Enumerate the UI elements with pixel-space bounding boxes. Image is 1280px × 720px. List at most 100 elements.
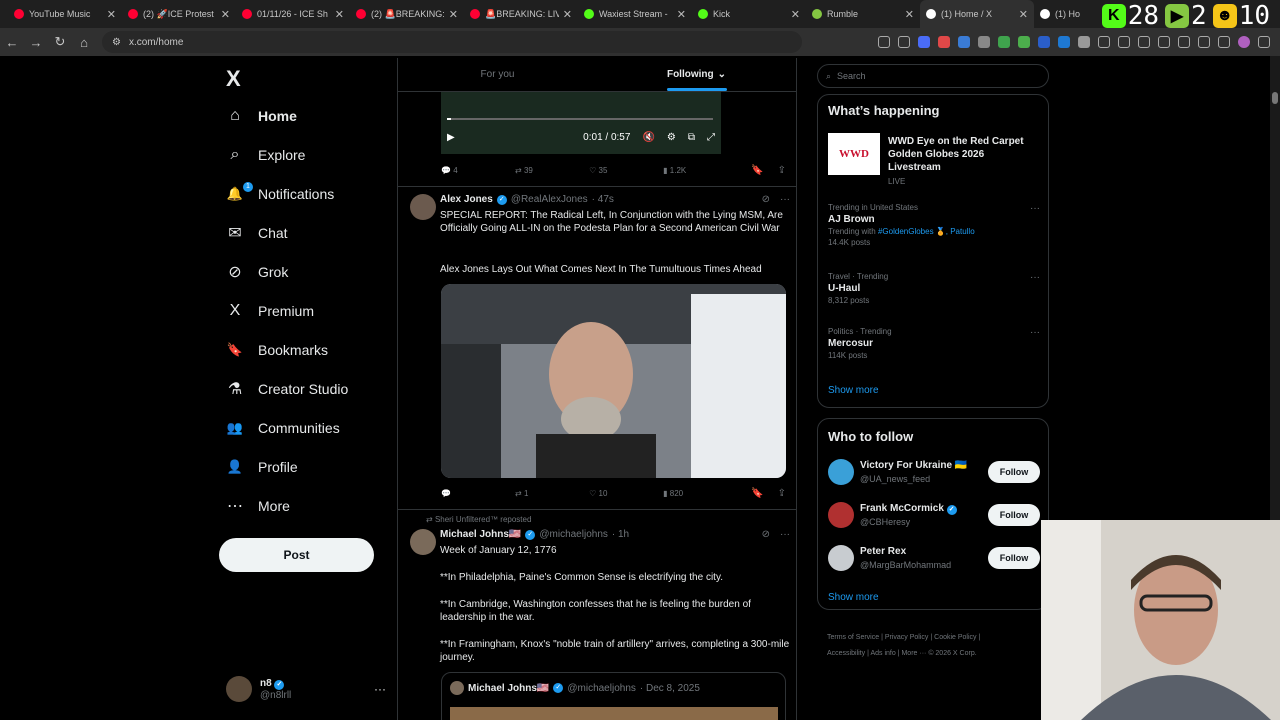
fullscreen-icon[interactable]: ⤢ [707,132,715,143]
follow-suggestion[interactable]: Peter Rex @MargBarMohammad Follow [828,545,1040,575]
forward-icon[interactable]: → [24,35,48,50]
more-link[interactable]: More ··· [901,650,926,657]
bookmark-icon[interactable]: 🔖 [751,488,763,499]
browser-tab[interactable]: 01/11/26 - ICE Sh ✕ [236,0,350,28]
nav-item-premium[interactable]: X Premium [226,296,314,326]
bookmark-icon[interactable]: 🔖 [751,165,763,176]
avatar[interactable] [410,194,436,220]
close-tab-icon[interactable]: ✕ [449,8,458,21]
event-title[interactable]: WWD Eye on the Red Carpet Golden Globes … [888,135,1038,174]
extension-icon[interactable] [918,36,930,48]
follow-button[interactable]: Follow [988,547,1040,569]
close-tab-icon[interactable]: ✕ [905,8,914,21]
mute-icon[interactable]: 🔇 [642,132,654,143]
search-input[interactable]: ⌕ Search [817,64,1049,88]
more-icon[interactable]: ··· [1030,203,1040,214]
browser-tab[interactable]: (2) 🚨BREAKING: ✕ [350,0,464,28]
browser-tab[interactable]: Kick ✕ [692,0,806,28]
address-bar[interactable]: ⚙ x.com/home [102,31,802,53]
extension-icon[interactable] [978,36,990,48]
nav-item-creator-studio[interactable]: ⚗ Creator Studio [226,374,348,404]
close-tab-icon[interactable]: ✕ [1019,8,1028,21]
browser-tab[interactable]: (1) Ho [1034,0,1094,28]
tab-following[interactable]: Following ⌄ [597,58,796,91]
sidebar-icon[interactable] [1178,36,1190,48]
nav-item-communities[interactable]: 👥 Communities [226,413,340,443]
grok-icon[interactable]: ⊘ [762,194,770,205]
extension-icon[interactable] [1038,36,1050,48]
x-logo[interactable]: X [226,66,241,92]
show-more-link[interactable]: Show more [828,592,1040,603]
split-icon[interactable] [1198,36,1210,48]
pip-icon[interactable]: ⧉ [688,132,695,143]
follow-suggestion[interactable]: Frank McCormick ✓ @CBHeresy Follow [828,502,1040,532]
close-tab-icon[interactable]: ✕ [677,8,686,21]
more-icon[interactable]: ··· [780,194,790,205]
tab-for-you[interactable]: For you [398,58,597,91]
nav-item-notifications[interactable]: 🔔 1 Notifications [226,179,334,209]
extension-icon[interactable] [958,36,970,48]
back-icon[interactable]: ← [0,35,24,50]
follow-suggestion[interactable]: Victory For Ukraine 🇺🇦 @UA_news_feed Fol… [828,459,1040,489]
reload-icon[interactable]: ↻ [48,34,72,50]
extension-icon[interactable] [998,36,1010,48]
share-icon[interactable]: ⇪ [778,488,786,499]
video-progress-bar[interactable] [447,118,713,120]
repost-button[interactable]: ⇄ 1 [515,489,589,498]
nav-item-more[interactable]: ⋯ More [226,491,290,521]
history-icon[interactable] [1118,36,1130,48]
nav-item-explore[interactable]: ⌕ Explore [226,140,306,170]
play-icon[interactable]: ▶ [447,132,455,143]
more-icon[interactable]: ··· [1030,272,1040,283]
terms-link[interactable]: Terms of Service [827,634,879,641]
browser-tab[interactable]: Rumble ✕ [806,0,920,28]
close-tab-icon[interactable]: ✕ [791,8,800,21]
nav-item-bookmarks[interactable]: 🔖 Bookmarks [226,335,328,365]
views-button[interactable]: ▮ 1.2K [663,166,737,175]
post-button[interactable]: Post [219,538,374,572]
browser-tab[interactable]: YouTube Music ✕ [8,0,122,28]
extension-icon[interactable] [938,36,950,48]
browser-tab[interactable]: 🚨BREAKING: LIV ✕ [464,0,578,28]
screenshot-icon[interactable] [1138,36,1150,48]
more-icon[interactable]: ··· [1030,327,1040,338]
accessibility-link[interactable]: Accessibility [827,650,865,657]
browser-menu-icon[interactable] [1258,36,1270,48]
home-icon[interactable]: ⌂ [72,35,96,50]
browser-tab[interactable]: (2) 🚀ICE Protest ✕ [122,0,236,28]
like-button[interactable]: ♡ 10 [589,489,663,498]
close-tab-icon[interactable]: ✕ [563,8,572,21]
like-button[interactable]: ♡ 35 [589,166,663,175]
extension-icon[interactable] [1078,36,1090,48]
site-info-icon[interactable]: ⚙ [112,37,121,48]
browser-tab-active[interactable]: (1) Home / X ✕ [920,0,1034,28]
video-player[interactable]: ▶ 0:01 / 0:57 🔇 ⚙ ⧉ ⤢ [441,92,721,154]
close-tab-icon[interactable]: ✕ [221,8,230,21]
install-icon[interactable] [878,36,890,48]
nav-item-home[interactable]: ⌂ Home [226,101,297,131]
views-button[interactable]: ▮ 820 [663,489,737,498]
nav-item-chat[interactable]: ✉ Chat [226,218,287,248]
browser-tab[interactable]: Waxiest Stream - ✕ [578,0,692,28]
devtools-icon[interactable] [1158,36,1170,48]
repost-button[interactable]: ⇄ 39 [515,166,589,175]
quoted-tweet[interactable]: Michael Johns🇺🇸 ✓ @michaeljohns · Dec 8, 2… [441,672,786,720]
nav-item-grok[interactable]: ⊘ Grok [226,257,288,287]
profile-avatar-icon[interactable] [1238,36,1250,48]
settings-icon[interactable]: ⚙ [667,132,676,143]
account-more-icon[interactable]: ··· [374,682,386,696]
extension-icon[interactable] [1018,36,1030,48]
follow-button[interactable]: Follow [988,461,1040,483]
share-icon[interactable]: ⇪ [778,165,786,176]
nav-item-profile[interactable]: 👤 Profile [226,452,298,482]
trend-item[interactable]: Travel · Trending U-Haul 8,312 posts ··· [828,272,1040,305]
reply-button[interactable]: 💬 [441,489,515,498]
account-switcher[interactable]: n8 ✓ @n8lrll ··· [226,676,386,702]
trend-item[interactable]: Trending in United States AJ Brown Trend… [828,203,1040,247]
cookie-link[interactable]: Cookie Policy [934,634,976,641]
show-more-link[interactable]: Show more [828,385,1040,396]
bookmark-star-icon[interactable] [898,36,910,48]
avatar[interactable] [410,529,436,555]
more-icon[interactable]: ··· [780,529,790,540]
repost-indicator[interactable]: ⇄ Sheri Unfiltered™ reposted [426,515,531,524]
